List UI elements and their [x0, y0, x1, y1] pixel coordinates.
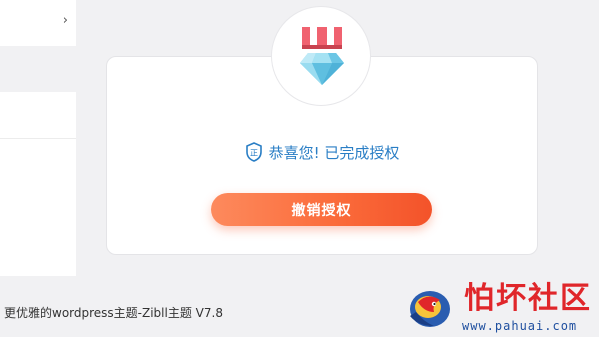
sidebar: ›: [0, 0, 76, 276]
revoke-license-button[interactable]: 撤销授权: [211, 193, 432, 226]
watermark-title: 怕坏社区: [464, 281, 592, 316]
sidebar-item[interactable]: ›: [0, 0, 76, 47]
footer-text: 更优雅的wordpress主题-Zibll主题 V7.8: [4, 306, 223, 320]
watermark-logo: 怕坏社区 www.pahuai.com: [400, 280, 595, 335]
fish-logo-icon: [410, 291, 450, 327]
chevron-right-icon: ›: [62, 13, 68, 28]
sidebar-item[interactable]: [0, 92, 76, 139]
sidebar-gap: [0, 46, 76, 92]
success-message: 恭喜您! 已完成授权: [268, 144, 400, 162]
license-success-status: 正 恭喜您! 已完成授权: [106, 142, 538, 163]
watermark-url: www.pahuai.com: [462, 319, 578, 333]
shield-check-icon: 正: [245, 142, 262, 162]
diamond-medal-icon: [300, 27, 344, 85]
svg-text:正: 正: [250, 149, 258, 158]
license-badge: [271, 6, 371, 106]
